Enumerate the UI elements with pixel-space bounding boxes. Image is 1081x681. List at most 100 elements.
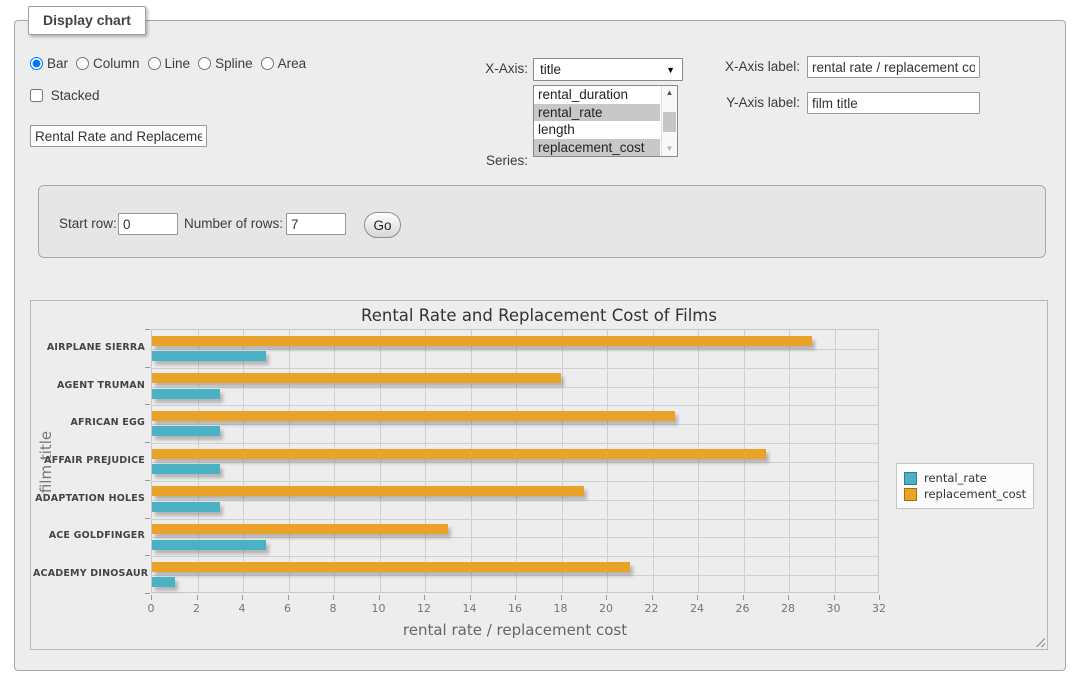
- chart-type-option-area[interactable]: Area: [261, 56, 307, 71]
- series-scrollbar[interactable]: ▲ ▼: [661, 86, 677, 156]
- bar-replacement_cost: [152, 373, 561, 383]
- fieldset-legend: Display chart: [28, 6, 146, 35]
- scrollbar-thumb[interactable]: [663, 112, 676, 132]
- x-tick-label: 18: [546, 602, 576, 615]
- bar-replacement_cost: [152, 486, 584, 496]
- go-button[interactable]: Go: [364, 212, 401, 238]
- scroll-up-icon[interactable]: ▲: [662, 86, 677, 100]
- x-tick-label: 8: [318, 602, 348, 615]
- chart-type-option-spline[interactable]: Spline: [198, 56, 253, 71]
- y-axis-tick: [145, 442, 150, 443]
- chart-type-text: Area: [278, 56, 307, 71]
- x-tick-label: 0: [136, 602, 166, 615]
- category-label: ACADEMY DINOSAUR: [33, 568, 145, 579]
- bar-replacement_cost: [152, 336, 812, 346]
- legend-item: replacement_cost: [904, 487, 1026, 501]
- bar-rental_rate: [152, 577, 175, 587]
- series-option-rental_rate[interactable]: rental_rate: [534, 104, 660, 122]
- x-tick-label: 22: [637, 602, 667, 615]
- gridline-horizontal: [152, 368, 878, 369]
- chart-type-radio-line[interactable]: [148, 57, 161, 70]
- x-axis-tick: [743, 595, 744, 600]
- chart-legend: rental_rate replacement_cost: [896, 463, 1034, 509]
- x-tick-label: 14: [455, 602, 485, 615]
- category-label: AFRICAN EGG: [33, 417, 145, 428]
- gridline-vertical: [198, 330, 199, 592]
- gridline-horizontal: [152, 500, 878, 501]
- x-axis-tick: [288, 595, 289, 600]
- y-axis-tick: [145, 555, 150, 556]
- gridline-horizontal: [152, 556, 878, 557]
- x-tick-label: 32: [864, 602, 894, 615]
- chart-type-radio-area[interactable]: [261, 57, 274, 70]
- x-axis-tick: [242, 595, 243, 600]
- gridline-vertical: [653, 330, 654, 592]
- chart-panel: Rental Rate and Replacement Cost of Film…: [30, 300, 1048, 650]
- start-row-input[interactable]: [118, 213, 178, 235]
- scroll-down-icon[interactable]: ▼: [662, 142, 677, 156]
- x-axis-tick: [834, 595, 835, 600]
- x-axis-label-input[interactable]: [807, 56, 980, 78]
- stacked-checkbox[interactable]: [30, 89, 43, 102]
- x-axis-select[interactable]: title ▼: [533, 58, 683, 81]
- chart-type-option-line[interactable]: Line: [148, 56, 191, 71]
- chart-type-option-column[interactable]: Column: [76, 56, 140, 71]
- dropdown-arrow-icon: ▼: [666, 60, 675, 81]
- gridline-horizontal: [152, 575, 878, 576]
- legend-swatch: [904, 488, 917, 501]
- bar-replacement_cost: [152, 524, 448, 534]
- legend-item: rental_rate: [904, 471, 1026, 485]
- x-axis-tick: [470, 595, 471, 600]
- chart-type-radio-group: Bar Column Line Spline Area: [30, 54, 314, 74]
- x-axis-tick: [879, 595, 880, 600]
- series-option-replacement_cost[interactable]: replacement_cost: [534, 139, 660, 157]
- chart-type-radio-column[interactable]: [76, 57, 89, 70]
- series-option-length[interactable]: length: [534, 121, 660, 139]
- x-axis-tick: [151, 595, 152, 600]
- legend-swatch: [904, 472, 917, 485]
- x-axis-tick: [379, 595, 380, 600]
- number-of-rows-input[interactable]: [286, 213, 346, 235]
- x-axis-tick: [606, 595, 607, 600]
- gridline-vertical: [516, 330, 517, 592]
- x-tick-label: 2: [182, 602, 212, 615]
- gridline-vertical: [380, 330, 381, 592]
- y-axis-label-input[interactable]: [807, 92, 980, 114]
- x-axis-tick: [424, 595, 425, 600]
- chart-type-text: Line: [165, 56, 191, 71]
- chart-type-text: Spline: [215, 56, 253, 71]
- resize-handle-icon[interactable]: [1033, 635, 1045, 647]
- gridline-vertical: [425, 330, 426, 592]
- gridline-horizontal: [152, 424, 878, 425]
- y-axis-tick: [145, 367, 150, 368]
- x-axis-tick: [697, 595, 698, 600]
- series-listbox[interactable]: rental_durationrental_ratelengthreplacem…: [533, 85, 678, 157]
- bar-replacement_cost: [152, 562, 630, 572]
- bar-rental_rate: [152, 351, 266, 361]
- category-label: ACE GOLDFINGER: [33, 530, 145, 541]
- x-axis-tick: [333, 595, 334, 600]
- category-label: AIRPLANE SIERRA: [33, 342, 145, 353]
- y-axis-tick: [145, 518, 150, 519]
- display-chart-fieldset: Display chart BarColumnLineSplineArea St…: [14, 20, 1066, 671]
- x-axis-tick: [652, 595, 653, 600]
- series-option-rental_duration[interactable]: rental_duration: [534, 86, 660, 104]
- y-axis-tick: [145, 480, 150, 481]
- x-axis-select-label: X-Axis:: [455, 58, 528, 80]
- chart-x-axis-title: rental rate / replacement cost: [151, 621, 879, 639]
- chart-type-option-bar[interactable]: Bar: [30, 56, 68, 71]
- chart-type-radio-spline[interactable]: [198, 57, 211, 70]
- gridline-horizontal: [152, 405, 878, 406]
- row-controls-panel: Start row: Number of rows: Go: [38, 185, 1046, 258]
- x-tick-label: 26: [728, 602, 758, 615]
- gridline-horizontal: [152, 481, 878, 482]
- gridline-vertical: [562, 330, 563, 592]
- gridline-horizontal: [152, 443, 878, 444]
- chart-title-input[interactable]: [30, 125, 207, 147]
- chart-type-radio-bar[interactable]: [30, 57, 43, 70]
- category-label: ADAPTATION HOLES: [33, 493, 145, 504]
- stacked-checkbox-row[interactable]: Stacked: [30, 87, 100, 105]
- x-axis-tick: [788, 595, 789, 600]
- category-label: AGENT TRUMAN: [33, 380, 145, 391]
- series-select-label: Series:: [455, 150, 528, 172]
